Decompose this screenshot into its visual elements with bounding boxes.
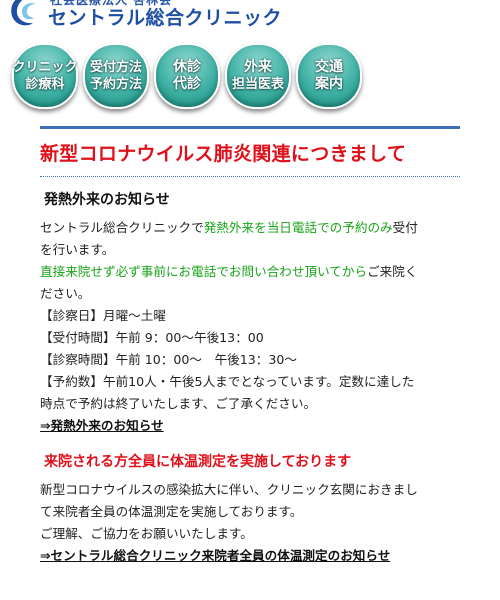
text-line: ださい。 (40, 286, 91, 301)
reception-hours: 【受付時間】午前 9：00～午後13：00 (40, 330, 264, 345)
text-line: セントラル総合クリニックで発熱外来を当日電話での予約のみ受付 (40, 217, 460, 239)
nav-item-line2: 代診 (173, 76, 201, 92)
text-line: て来院者全員の体温測定を実施しております。 (40, 504, 303, 519)
site-header: 社会医療法人 杏林会 セントラル総合クリニック (0, 0, 500, 34)
text-line: ご理解、ご協力をお願いいたします。 (40, 526, 253, 541)
consultation-days: 【診察日】月曜～土曜 (40, 308, 166, 323)
fever-notice-link-line: ⇒発熱外来のお知らせ (40, 415, 460, 437)
fever-section-body: セントラル総合クリニックで発熱外来を当日電話での予約のみ受付 を行います。 直接… (40, 217, 460, 437)
main-nav: クリニック 診療科 受付方法 予約方法 休診 代診 外来 担当医表 交通 案内 (0, 38, 500, 110)
nav-item-line1: 受付方法 (89, 60, 142, 75)
nav-outpatient-schedule-button[interactable]: 外来 担当医表 (225, 43, 291, 109)
nav-clinic-departments-button[interactable]: クリニック 診療科 (12, 43, 78, 109)
title-divider (40, 126, 460, 129)
nav-closures-substitutes-button[interactable]: 休診 代診 (154, 43, 220, 109)
temperature-notice-link-line: ⇒セントラル総合クリニック来院者全員の体温測定のお知らせ (40, 545, 460, 567)
page-title: 新型コロナウイルス肺炎関連につきまして (40, 143, 407, 165)
text-line: 直接来院せず必ず事前にお電話でお問い合わせ頂いてからご来院く (40, 261, 460, 283)
dotted-divider (40, 176, 460, 177)
text-segment: 受付 (392, 220, 418, 235)
nav-item-line1: 外来 (244, 59, 272, 75)
nav-item-line2: 案内 (315, 76, 343, 92)
clinic-name[interactable]: セントラル総合クリニック (48, 3, 282, 30)
nav-item-line2: 診療科 (25, 77, 65, 92)
nav-item-line1: 交通 (315, 59, 343, 75)
nav-item-line2: 予約方法 (89, 77, 142, 92)
reservation-limit: 【予約数】午前10人・午後5人までとなっています。定数に達した (40, 374, 415, 389)
swirl-logo-icon[interactable] (6, 0, 40, 30)
nav-reception-reservation-button[interactable]: 受付方法 予約方法 (83, 43, 149, 109)
nav-access-button[interactable]: 交通 案内 (296, 43, 362, 109)
page: 社会医療法人 杏林会 セントラル総合クリニック クリニック 診療科 受付方法 予… (0, 0, 500, 600)
main-content: 新型コロナウイルス肺炎関連につきまして 発熱外来のお知らせ セントラル総合クリニ… (40, 126, 460, 567)
text-segment: セントラル総合クリニックで (40, 220, 204, 235)
text-line: を行います。 (40, 242, 115, 257)
temperature-notice-link[interactable]: ⇒セントラル総合クリニック来院者全員の体温測定のお知らせ (40, 548, 390, 563)
nav-item-line1: 休診 (173, 59, 201, 75)
fever-notice-link[interactable]: ⇒発熱外来のお知らせ (40, 418, 164, 433)
text-line: 新型コロナウイルスの感染拡大に伴い、クリニック玄関におきまし (40, 482, 418, 497)
highlight-text: 直接来院せず必ず事前にお電話でお問い合わせ頂いてから (40, 264, 368, 279)
fever-section-heading: 発熱外来のお知らせ (44, 192, 170, 208)
temperature-section-heading: 来院される方全員に体温測定を実施しております (44, 454, 352, 470)
nav-item-line1: クリニック (12, 60, 78, 75)
nav-item-line2: 担当医表 (231, 77, 284, 92)
highlight-text: 発熱外来を当日電話での予約のみ (203, 220, 393, 235)
consultation-hours: 【診察時間】午前 10：00～ 午後13：30～ (40, 352, 298, 367)
temperature-section-body: 新型コロナウイルスの感染拡大に伴い、クリニック玄関におきまし て来院者全員の体温… (40, 479, 460, 567)
text-segment: ご来院く (367, 264, 418, 279)
text-line: 時点で予約は終了いたします、ご了承ください。 (40, 396, 317, 411)
